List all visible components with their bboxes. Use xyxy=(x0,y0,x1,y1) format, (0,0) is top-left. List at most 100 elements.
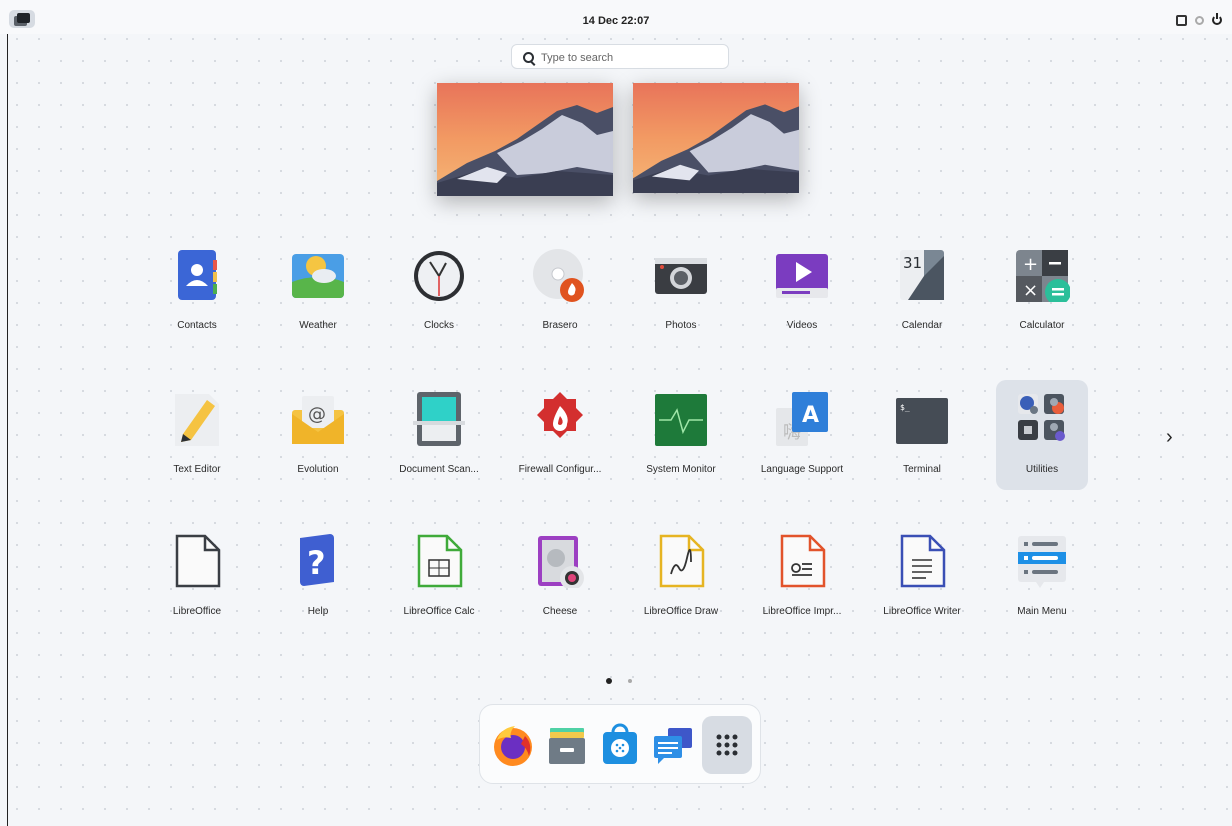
app-firewall[interactable]: Firewall Configur... xyxy=(514,380,606,490)
app-grid-icon xyxy=(716,734,738,756)
app-help[interactable]: ? Help xyxy=(272,522,364,632)
app-evolution[interactable]: @ Evolution xyxy=(272,380,364,490)
libreoffice-icon xyxy=(175,534,221,588)
app-cheese[interactable]: Cheese xyxy=(514,522,606,632)
app-libreoffice-impress[interactable]: LibreOffice Impr... xyxy=(756,522,848,632)
app-language-support[interactable]: 嗨 A Language Support xyxy=(756,380,848,490)
app-document-scanner[interactable]: Document Scan... xyxy=(393,380,485,490)
clock-label[interactable]: 14 Dec 22:07 xyxy=(0,15,1232,27)
app-text-editor[interactable]: Text Editor xyxy=(151,380,243,490)
app-photos[interactable]: Photos xyxy=(635,236,727,346)
app-label: Calculator xyxy=(1019,320,1065,331)
weather-icon xyxy=(292,254,344,298)
show-apps-button[interactable] xyxy=(702,716,752,774)
cheese-icon xyxy=(538,536,584,588)
network-icon[interactable] xyxy=(1176,14,1187,26)
terminal-icon: $_ xyxy=(896,398,948,444)
search-input[interactable] xyxy=(539,48,723,67)
workspace-thumbnail-1[interactable] xyxy=(437,83,613,196)
photos-icon xyxy=(655,258,707,294)
page-dot-1[interactable] xyxy=(606,678,612,684)
svg-text:@: @ xyxy=(308,404,326,425)
libreoffice-impress-icon xyxy=(780,534,826,588)
app-label: Document Scan... xyxy=(399,464,479,475)
app-label: LibreOffice Impr... xyxy=(762,606,842,617)
app-system-monitor[interactable]: System Monitor xyxy=(635,380,727,490)
system-monitor-icon xyxy=(655,394,707,446)
workspace-thumbnail-2[interactable] xyxy=(633,83,799,193)
files-icon xyxy=(549,728,585,764)
search-icon xyxy=(523,52,534,63)
app-label: Cheese xyxy=(542,606,578,617)
brasero-icon xyxy=(533,249,584,302)
app-calendar[interactable]: 31 Calendar xyxy=(876,236,968,346)
chat-icon xyxy=(654,728,692,764)
app-main-menu[interactable]: Main Menu xyxy=(996,522,1088,632)
power-icon[interactable] xyxy=(1212,13,1222,25)
firewall-icon xyxy=(537,392,583,438)
app-terminal[interactable]: $_ Terminal xyxy=(876,380,968,490)
app-label: LibreOffice xyxy=(172,606,222,617)
app-label: Brasero xyxy=(542,320,578,331)
app-label: Help xyxy=(307,606,329,617)
app-utilities-folder[interactable]: Utilities xyxy=(996,380,1088,490)
evolution-icon: @ xyxy=(292,396,344,444)
help-glyph: ? xyxy=(307,544,326,582)
dock-software[interactable] xyxy=(595,716,645,774)
app-label: Contacts xyxy=(177,320,217,331)
contacts-icon xyxy=(178,250,217,300)
app-libreoffice-writer[interactable]: LibreOffice Writer xyxy=(876,522,968,632)
window-edge xyxy=(7,34,8,826)
app-label: Clocks xyxy=(423,320,454,331)
dock xyxy=(479,704,761,784)
app-label: Text Editor xyxy=(173,464,221,475)
chevron-right-icon[interactable]: › xyxy=(1166,426,1173,449)
videos-icon xyxy=(776,254,828,298)
svg-text:+: + xyxy=(1023,254,1038,275)
app-label: Language Support xyxy=(760,464,844,475)
app-calculator[interactable]: + × Calculator xyxy=(996,236,1088,346)
main-menu-icon xyxy=(1018,536,1066,588)
libreoffice-calc-icon xyxy=(417,534,463,588)
app-libreoffice-draw[interactable]: LibreOffice Draw xyxy=(635,522,727,632)
app-brasero[interactable]: Brasero xyxy=(514,236,606,346)
app-label: Evolution xyxy=(297,464,339,475)
app-clocks[interactable]: Clocks xyxy=(393,236,485,346)
search-bar[interactable] xyxy=(511,44,729,69)
app-label: Utilities xyxy=(1025,464,1059,475)
mountain-wallpaper xyxy=(437,83,613,196)
firefox-icon xyxy=(494,726,532,766)
app-label: LibreOffice Writer xyxy=(883,606,961,617)
app-label: Videos xyxy=(786,320,818,331)
app-label: LibreOffice Calc xyxy=(403,606,475,617)
app-label: Main Menu xyxy=(1017,606,1067,617)
libreoffice-writer-icon xyxy=(900,534,946,588)
app-contacts[interactable]: Contacts xyxy=(151,236,243,346)
help-icon: ? xyxy=(300,534,334,586)
text-editor-icon xyxy=(175,394,219,446)
app-libreoffice[interactable]: LibreOffice xyxy=(151,522,243,632)
app-libreoffice-calc[interactable]: LibreOffice Calc xyxy=(393,522,485,632)
calendar-icon: 31 xyxy=(900,250,944,300)
terminal-prompt: $_ xyxy=(900,403,910,412)
software-icon xyxy=(603,723,637,764)
system-tray[interactable] xyxy=(1176,13,1222,27)
svg-text:×: × xyxy=(1023,280,1038,301)
app-label: LibreOffice Draw xyxy=(643,606,719,617)
clocks-icon xyxy=(414,251,464,301)
document-scanner-icon xyxy=(413,392,465,446)
mountain-wallpaper xyxy=(633,83,799,193)
dock-firefox[interactable] xyxy=(488,716,538,774)
app-label: Calendar xyxy=(901,320,943,331)
app-videos[interactable]: Videos xyxy=(756,236,848,346)
page-dot-2[interactable] xyxy=(628,679,632,683)
utilities-folder-icon xyxy=(1018,394,1065,441)
language-glyph: A xyxy=(802,403,819,428)
app-label: Weather xyxy=(299,320,337,331)
app-label: Terminal xyxy=(903,464,941,475)
libreoffice-draw-icon xyxy=(659,534,705,588)
dock-messages[interactable] xyxy=(648,716,698,774)
app-weather[interactable]: Weather xyxy=(272,236,364,346)
volume-icon[interactable] xyxy=(1195,15,1204,25)
dock-files[interactable] xyxy=(542,716,592,774)
